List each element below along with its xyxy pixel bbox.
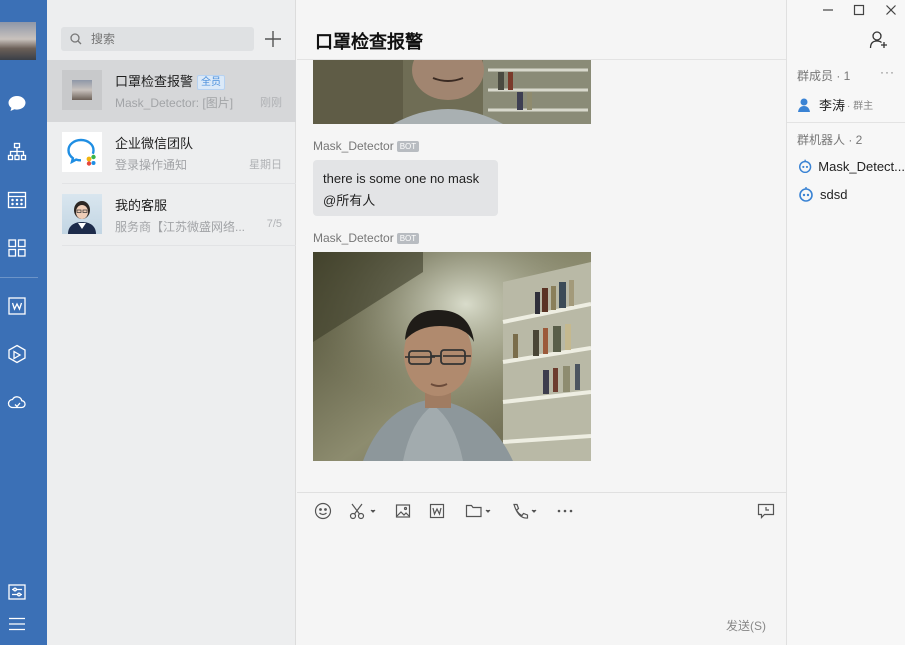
conversation-item-wecom-team[interactable]: 企业微信团队 登录操作通知 星期日 [47,122,296,184]
conversation-preview: Mask_Detector: [图片] [115,96,234,110]
search-input[interactable] [91,29,241,49]
document-icon[interactable] [429,501,445,521]
composer-divider [297,492,786,493]
conversation-name: 我的客服 [115,198,168,213]
chat-icon[interactable] [6,93,28,115]
message-image[interactable] [313,252,591,461]
conversation-time: 星期日 [249,159,282,171]
conversation-list: 口罩检查报警全员 Mask_Detector: [图片] 刚刚 企业微信团队 登… [47,0,296,645]
phone-icon[interactable] [511,501,539,521]
bot-name: Mask_Detect... [818,158,905,174]
settings-icon[interactable] [6,581,28,603]
members-header: 群成员 · 1 [797,69,851,83]
member-item[interactable]: 李涛 · 群主 [797,95,905,114]
conversation-time: 7/5 [266,218,282,230]
message-image[interactable] [313,60,591,124]
send-button[interactable]: 发送(S) [726,617,766,634]
bot-name: sdsd [820,186,848,202]
user-avatar[interactable] [0,22,36,60]
all-members-badge: 全员 [197,75,226,90]
bot-item[interactable]: sdsd [797,186,905,202]
bots-header: 群机器人 · 2 [797,133,863,147]
navigation-rail [0,0,47,645]
more-members-button[interactable]: ··· [880,65,895,79]
close-icon[interactable] [882,2,900,18]
menu-icon[interactable] [6,613,28,635]
wecom-logo-icon [62,132,102,172]
cloud-icon[interactable] [6,391,28,413]
agent-avatar [62,194,102,234]
search-icon [70,33,82,45]
message-sender: Mask_Detector BOT [313,139,420,153]
conversation-item-mask-alarm[interactable]: 口罩检查报警 全员 Mask_Detector: [图片] 刚刚 [47,60,296,122]
conversation-preview: 登录操作通知 [115,158,188,172]
conversation-name: 口罩检查报警 全员 [115,71,226,90]
add-member-icon[interactable] [869,30,889,50]
message-sender: Mask_Detector BOT [313,231,420,245]
conversation-item-customer-service[interactable]: 我的客服 服务商【江苏微盛网络... 7/5 [47,184,296,246]
rail-divider [0,277,38,278]
minimize-icon[interactable] [819,2,837,18]
conversation-name: 企业微信团队 [115,136,194,151]
robot-icon [799,187,813,202]
chat-history-icon[interactable] [757,501,775,521]
apps-icon[interactable] [6,237,28,259]
image-icon[interactable] [395,501,411,521]
emoji-icon[interactable] [314,501,332,521]
bot-item[interactable]: Mask_Detect... [797,158,905,174]
add-icon[interactable] [263,29,283,49]
bot-tag: BOT [396,141,420,152]
conversation-preview: 服务商【江苏微盛网络... [115,220,246,234]
bot-tag: BOT [396,233,420,244]
doc-icon[interactable] [6,295,28,317]
search-box[interactable] [61,27,254,51]
message-bubble[interactable]: there is some one no mask @所有人 [313,160,498,216]
contacts-icon[interactable] [6,141,28,163]
screenshot-icon[interactable] [349,501,377,521]
chat-title: 口罩检查报警 [315,32,423,52]
maximize-icon[interactable] [850,2,868,18]
workspace-icon[interactable] [6,343,28,365]
conversation-time: 刚刚 [260,97,282,109]
member-panel: 群成员 · 1 ··· 李涛 · 群主 群机器人 · 2 Mask_Detect… [786,0,905,645]
group-avatar [62,70,102,110]
mention-all: @所有人 [323,193,376,208]
member-name: 李涛 [819,98,846,113]
list-divider [62,245,296,246]
more-options-icon[interactable] [556,501,574,521]
person-icon [798,98,810,112]
folder-icon[interactable] [465,501,493,521]
members-divider [787,122,905,123]
chat-panel: 口罩检查报警 Mask_Detector BOT there is some on… [297,0,786,645]
member-role: · 群主 [847,101,874,112]
robot-icon [798,159,812,174]
message-text: there is some one no mask [323,171,480,186]
calendar-icon[interactable] [6,189,28,211]
